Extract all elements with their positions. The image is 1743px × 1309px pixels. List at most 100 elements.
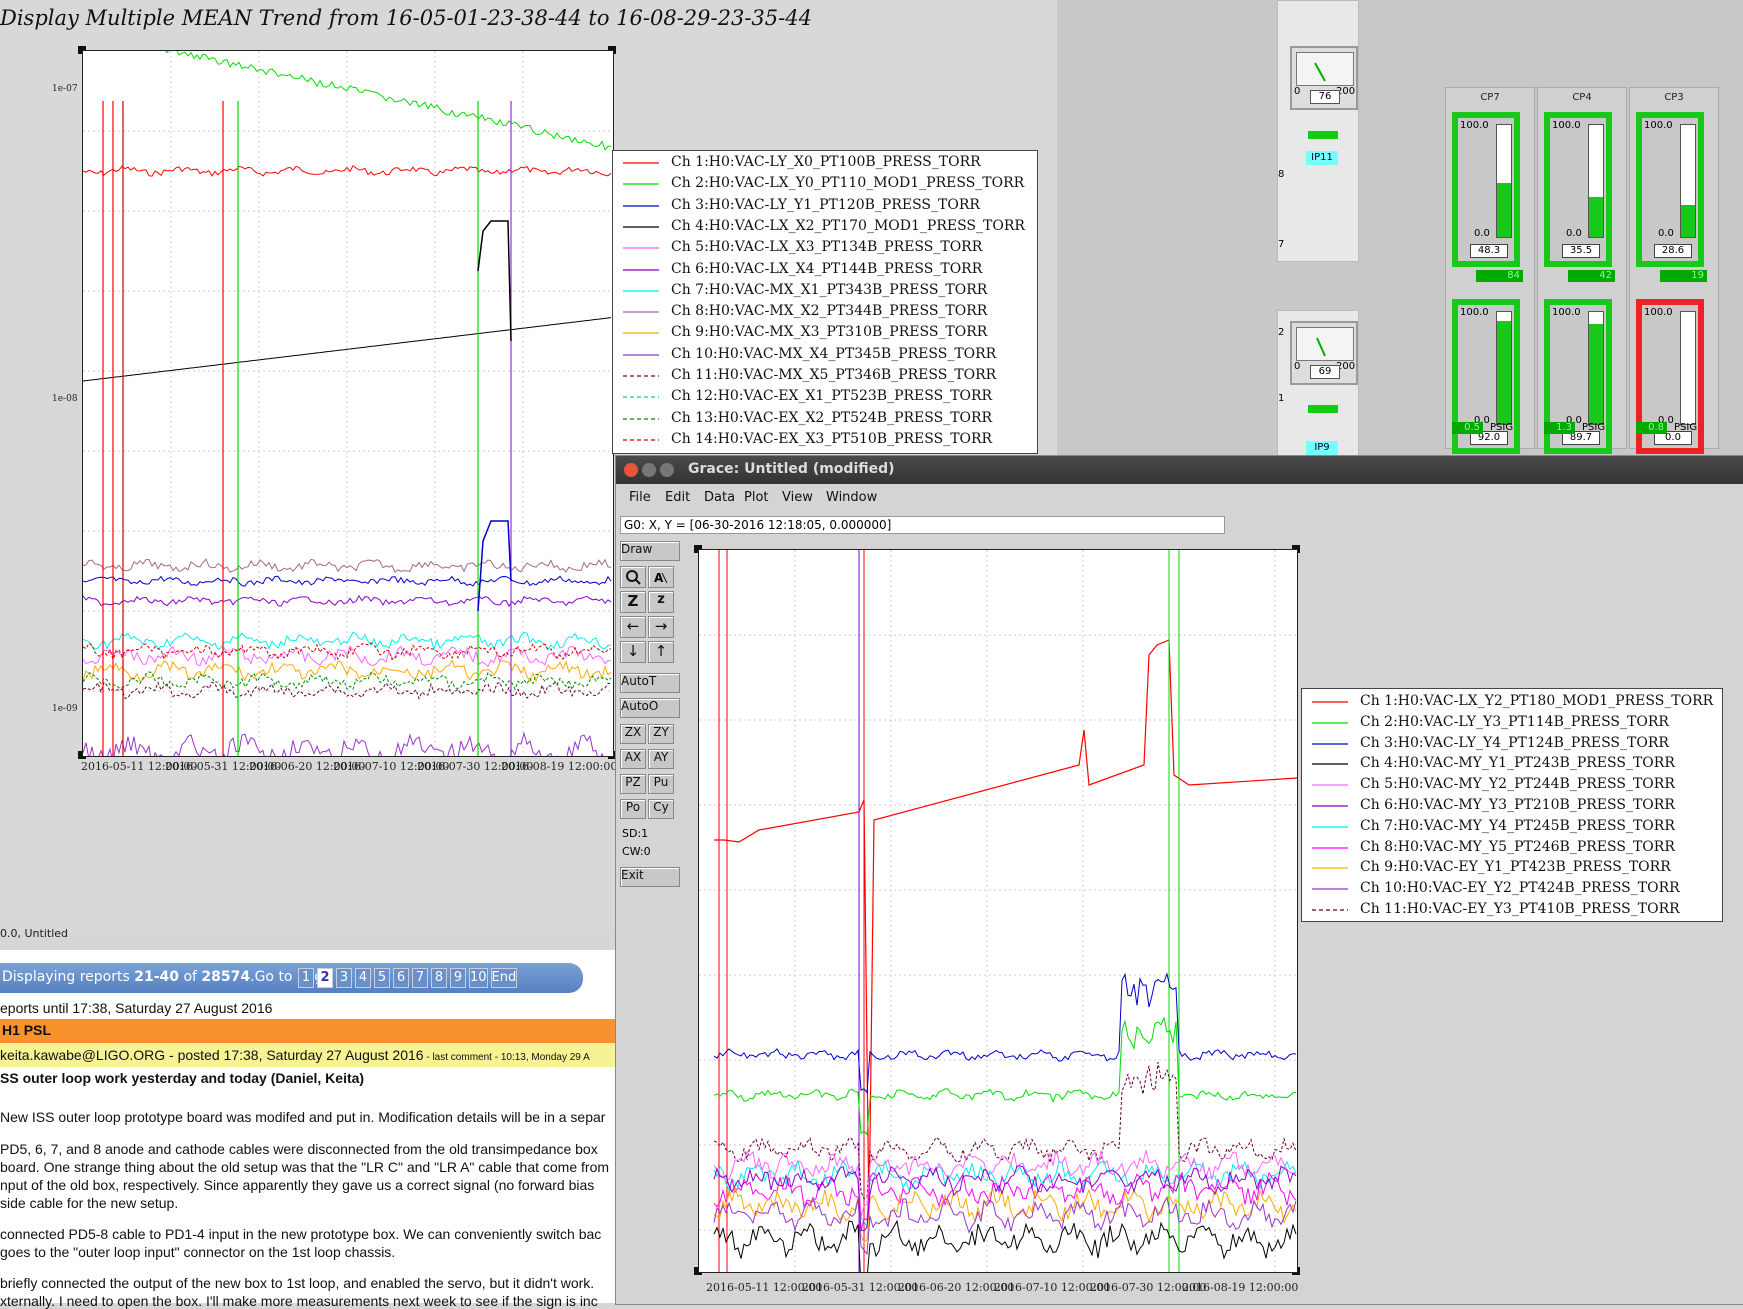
gauge-max-label: 100.0 xyxy=(1644,120,1673,131)
level-bargauge[interactable]: 100.0 0.0 35.5 xyxy=(1544,112,1612,267)
legend-swatch xyxy=(1312,701,1348,703)
zoom-small-button[interactable]: z xyxy=(648,591,674,613)
post-author[interactable]: keita.kawabe@LIGO.ORG - posted 17:38, Sa… xyxy=(0,1047,590,1063)
post-body-line: nput of the old box, respectively. Since… xyxy=(0,1177,595,1193)
page-link[interactable]: 9 xyxy=(450,968,466,988)
menu-file[interactable]: File xyxy=(629,490,651,505)
grace-title: Grace: Untitled (modified) xyxy=(688,461,895,477)
trend-plot-svg xyxy=(83,51,613,756)
legend-label: Ch 9:H0:VAC-MX_X3_PT310B_PRESS_TORR xyxy=(671,324,988,341)
gauge-reading: 28.6 xyxy=(1654,244,1692,258)
menu-data[interactable]: Data xyxy=(704,490,735,505)
page-link[interactable]: 8 xyxy=(431,968,447,988)
arrow-up-icon[interactable]: ↑ xyxy=(648,641,674,663)
gauge-fill xyxy=(1589,323,1603,424)
ip11-label[interactable]: IP11 xyxy=(1306,151,1338,165)
legend-swatch xyxy=(623,439,659,441)
menu-window[interactable]: Window xyxy=(826,490,877,505)
close-icon[interactable] xyxy=(624,463,638,477)
ax-button[interactable]: AX xyxy=(620,749,646,769)
text-tool-icon[interactable]: A xyxy=(648,566,674,588)
legend-label: Ch 13:H0:VAC-EX_X2_PT524B_PRESS_TORR xyxy=(671,409,993,426)
menu-view[interactable]: View xyxy=(782,490,813,505)
trend-ytick: 1e-08 xyxy=(52,394,78,404)
cy-button[interactable]: Cy xyxy=(648,799,674,819)
minimize-icon[interactable] xyxy=(642,463,656,477)
legend-label: Ch 7:H0:VAC-MX_X1_PT343B_PRESS_TORR xyxy=(671,281,988,298)
legend-entry: Ch 3:H0:VAC-LY_Y1_PT120B_PRESS_TORR xyxy=(613,196,1037,217)
legend-swatch xyxy=(623,290,659,292)
ip11-dial: 0 200 76 xyxy=(1290,46,1358,110)
grace-titlebar[interactable]: Grace: Untitled (modified) xyxy=(616,456,1743,484)
legend-entry: Ch 5:H0:VAC-LX_X3_PT134B_PRESS_TORR xyxy=(613,238,1037,259)
dial-needle-icon xyxy=(1316,337,1326,357)
arrow-right-icon[interactable]: → xyxy=(648,616,674,638)
ip9-label[interactable]: IP9 xyxy=(1306,441,1338,455)
grace-series-line xyxy=(714,639,1297,1221)
page-link[interactable]: 7 xyxy=(412,968,428,988)
arrow-down-icon[interactable]: ↓ xyxy=(620,641,646,663)
page-link[interactable]: 6 xyxy=(393,968,409,988)
level-bargauge[interactable]: 100.0 0.0 48.3 xyxy=(1452,112,1520,267)
legend-entry: Ch 3:H0:VAC-LY_Y4_PT124B_PRESS_TORR xyxy=(1302,734,1722,755)
legend-label: Ch 12:H0:VAC-EX_X1_PT523B_PRESS_TORR xyxy=(671,388,993,405)
legend-entry: Ch 11:H0:VAC-EY_Y3_PT410B_PRESS_TORR xyxy=(1302,900,1722,921)
zy-button[interactable]: ZY xyxy=(648,724,674,744)
stack-depth: SD:1 xyxy=(622,827,649,840)
legend-label: Ch 7:H0:VAC-MY_Y4_PT245B_PRESS_TORR xyxy=(1360,817,1675,834)
legend-swatch xyxy=(1312,784,1348,786)
exit-button[interactable]: Exit xyxy=(620,867,680,887)
ay-button[interactable]: AY xyxy=(648,749,674,769)
zoom-icon[interactable] xyxy=(620,566,646,588)
menu-plot[interactable]: Plot xyxy=(744,490,769,505)
legend-entry: Ch 1:H0:VAC-LY_X0_PT100B_PRESS_TORR xyxy=(613,153,1037,174)
legend-entry: Ch 5:H0:VAC-MY_Y2_PT244B_PRESS_TORR xyxy=(1302,775,1722,796)
legend-entry: Ch 4:H0:VAC-MY_Y1_PT243B_PRESS_TORR xyxy=(1302,754,1722,775)
post-body-line: board. One strange thing about the old s… xyxy=(0,1159,610,1175)
zx-button[interactable]: ZX xyxy=(620,724,646,744)
pager-prefix: Displaying reports xyxy=(2,969,135,985)
level-bargauge[interactable]: 100.0 0.0 28.6 xyxy=(1636,112,1704,267)
draw-button[interactable]: Draw xyxy=(620,541,680,561)
page-link[interactable]: 5 xyxy=(374,968,390,988)
legend-entry: Ch 13:H0:VAC-EX_X2_PT524B_PRESS_TORR xyxy=(613,409,1037,430)
legend-entry: Ch 6:H0:VAC-MY_Y3_PT210B_PRESS_TORR xyxy=(1302,796,1722,817)
trend-plot-area[interactable] xyxy=(82,50,614,757)
legend-swatch xyxy=(623,332,659,334)
page-link[interactable]: 1 xyxy=(298,968,314,988)
author-line: keita.kawabe@LIGO.ORG - posted 17:38, Sa… xyxy=(0,1047,424,1063)
zoom-z-button[interactable]: Z xyxy=(620,591,646,613)
pz-button[interactable]: PZ xyxy=(620,774,646,794)
pu-button[interactable]: Pu xyxy=(648,774,674,794)
po-button[interactable]: Po xyxy=(620,799,646,819)
grace-window: Grace: Untitled (modified) File Edit Dat… xyxy=(615,455,1743,1305)
legend-label: Ch 2:H0:VAC-LY_Y3_PT114B_PRESS_TORR xyxy=(1360,713,1669,730)
legend-swatch xyxy=(623,417,659,420)
page-link[interactable]: 2 xyxy=(317,968,333,988)
grace-plot-area[interactable] xyxy=(698,549,1298,1273)
page-link[interactable]: 3 xyxy=(336,968,352,988)
post-body-line: New ISS outer loop prototype board was m… xyxy=(0,1109,606,1125)
page-link[interactable]: End xyxy=(490,968,518,988)
legend-entry: Ch 12:H0:VAC-EX_X1_PT523B_PRESS_TORR xyxy=(613,387,1037,408)
last-comment: - last comment - 10:13, Monday 29 A xyxy=(423,1052,590,1063)
gauge-tube xyxy=(1680,124,1696,238)
arrow-left-icon[interactable]: ← xyxy=(620,616,646,638)
cryopump-column: CP7 100.0 0.0 48.3 100.0 0.0 92.0 84 0.5 PSIG xyxy=(1445,87,1535,454)
maximize-icon[interactable] xyxy=(660,463,674,477)
section-title: H1 PSL xyxy=(2,1022,52,1038)
post-body-line: side cable for the new setup. xyxy=(0,1195,179,1211)
legend-entry: Ch 9:H0:VAC-EY_Y1_PT423B_PRESS_TORR xyxy=(1302,858,1722,879)
page-link[interactable]: 10 xyxy=(469,968,488,988)
legend-label: Ch 8:H0:VAC-MY_Y5_PT246B_PRESS_TORR xyxy=(1360,838,1675,855)
pager-total: 28574 xyxy=(201,969,251,985)
autoo-button[interactable]: AutoO xyxy=(620,698,680,718)
gauge-max-label: 100.0 xyxy=(1552,120,1581,131)
post-title[interactable]: SS outer loop work yesterday and today (… xyxy=(0,1070,364,1086)
page-link[interactable]: 4 xyxy=(355,968,371,988)
gauge-max-label: 100.0 xyxy=(1644,307,1673,318)
cryopump-area: CP7 100.0 0.0 48.3 100.0 0.0 92.0 84 0.5 PSIG CP4 1… xyxy=(1445,0,1743,455)
menu-edit[interactable]: Edit xyxy=(665,490,690,505)
dial-min: 0 xyxy=(1294,86,1301,97)
autot-button[interactable]: AutoT xyxy=(620,673,680,693)
